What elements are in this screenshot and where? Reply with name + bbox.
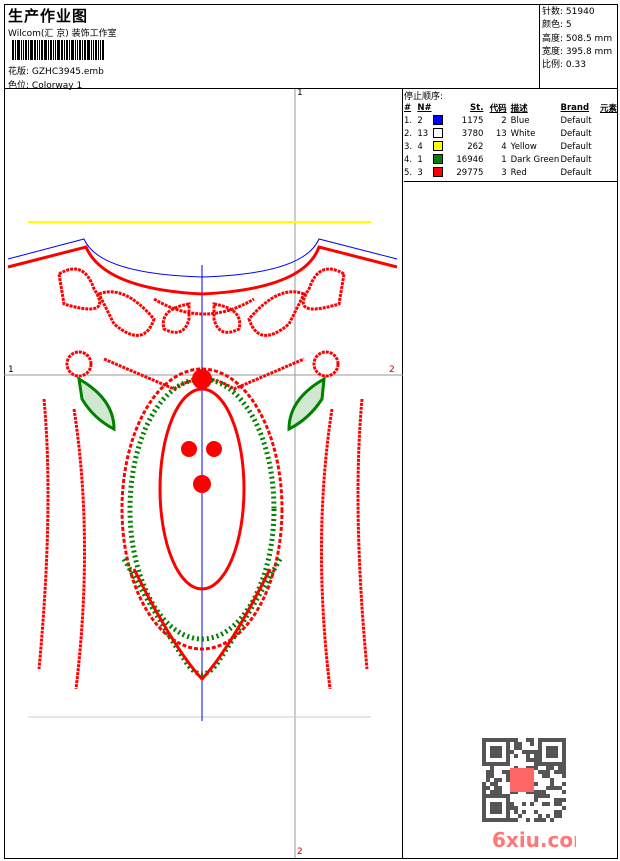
stop-sequence-table: # N# St. 代码 描述 Brand 元素 1. 2 1175 2 Blue Defa… <box>404 101 617 179</box>
file-value: GZHC3945.emb <box>31 67 104 77</box>
qr-code-watermark: 6xiu.com <box>482 738 594 852</box>
table-row: 5. 3 29775 3 Red Default <box>404 167 592 178</box>
color-swatch <box>433 128 444 139</box>
color-swatch <box>433 115 444 126</box>
table-row: 4. 1 16946 1 Dark Green Default <box>404 154 592 165</box>
stamp-icon <box>510 768 534 792</box>
stat-colors: 颜色: 5 <box>542 20 572 31</box>
table-row: 3. 4 262 4 Yellow Default <box>404 141 592 152</box>
color-swatch <box>433 141 444 152</box>
stat-scale: 比例: 0.33 <box>542 60 586 71</box>
design-stats: 针数: 51940 颜色: 5 高度: 508.5 mm 宽度: 395.8 m… <box>539 4 618 88</box>
marker-left: 1 <box>8 365 14 375</box>
file-name: 花版: GZHC3945.emb <box>8 64 104 77</box>
table-row: 1. 2 1175 2 Blue Default <box>404 115 592 126</box>
marker-right: 2 <box>389 365 395 375</box>
watermark-text: 6xiu.com <box>492 828 576 851</box>
file-label: 花版: <box>8 67 30 77</box>
barcode <box>12 40 154 60</box>
company-name: Wilcom(汇 京) 装饰工作室 <box>8 29 117 39</box>
table-row: 2. 13 3780 13 White Default <box>404 128 592 139</box>
stop-sequence-panel: 停止顺序: # N# St. 代码 描述 Brand 元素 1. 2 1175 2 Bl… <box>404 89 617 182</box>
header: 生产作业图 Wilcom(汇 京) 装饰工作室 花版: GZHC3945.emb… <box>4 4 618 91</box>
embroidery-preview <box>4 89 403 858</box>
color-swatch <box>433 154 444 165</box>
marker-top: 1 <box>297 88 303 98</box>
stat-stitches: 针数: 51940 <box>542 7 595 17</box>
stat-width: 宽度: 395.8 mm <box>542 46 613 57</box>
design-canvas: 1 1 2 2 <box>4 88 403 858</box>
page-title: 生产作业图 <box>8 7 89 25</box>
table-header: # N# St. 代码 描述 Brand 元素 <box>404 102 617 114</box>
watermark: 6xiu.com <box>476 736 594 854</box>
marker-bottom: 2 <box>297 847 303 857</box>
stat-height: 高度: 508.5 mm <box>542 33 613 44</box>
color-swatch <box>433 167 444 178</box>
